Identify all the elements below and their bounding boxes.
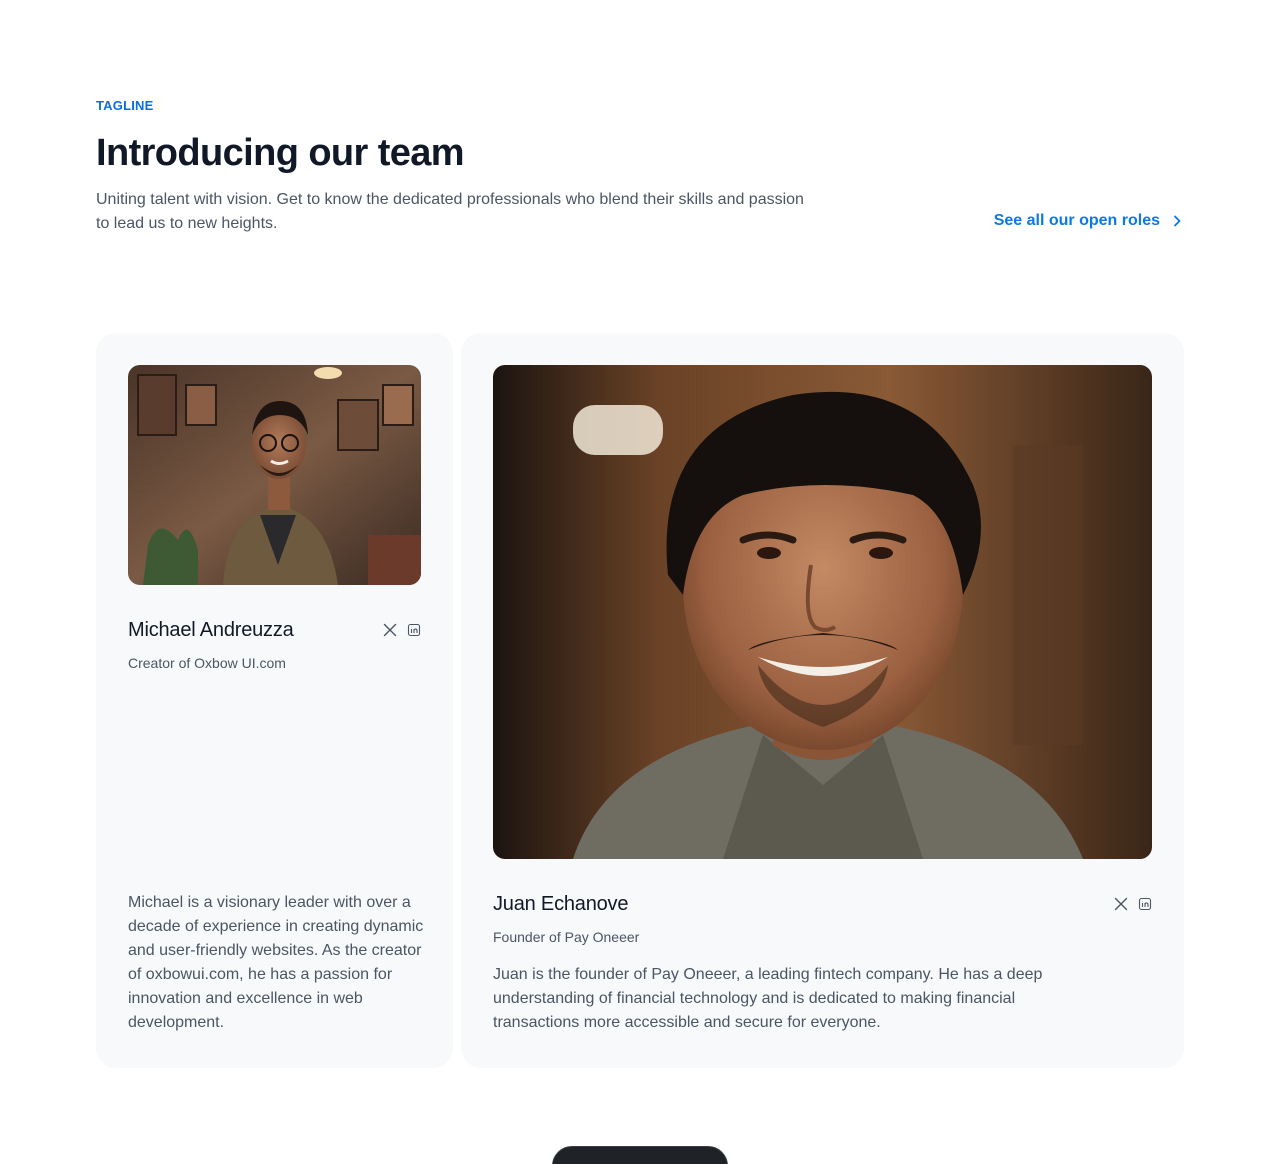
open-roles-label: See all our open roles <box>993 212 1160 229</box>
x-icon[interactable] <box>383 623 397 637</box>
member-name: Juan Echanove <box>493 893 629 915</box>
section-subtitle: Uniting talent with vision. Get to know … <box>96 191 804 232</box>
member-role: Creator of Oxbow UI.com <box>128 655 286 671</box>
member-photo <box>128 365 421 585</box>
floating-toolbar[interactable] <box>552 1146 728 1164</box>
social-links <box>383 623 421 637</box>
open-roles-link[interactable]: See all our open roles <box>994 212 1184 230</box>
member-name: Michael Andreuzza <box>128 619 294 641</box>
tagline: TAGLINE <box>96 98 154 113</box>
page-title: Introducing our team <box>96 132 465 174</box>
member-photo <box>493 365 1152 859</box>
member-role: Founder of Pay Oneeer <box>493 929 640 945</box>
social-links <box>1114 897 1152 911</box>
member-bio: Michael is a visionary leader with over … <box>128 894 424 1031</box>
chevron-right-icon <box>1174 215 1181 227</box>
x-icon[interactable] <box>1114 897 1128 911</box>
linkedin-icon[interactable] <box>1138 897 1152 911</box>
member-bio: Juan is the founder of Pay Oneeer, a lea… <box>493 966 1043 1031</box>
linkedin-icon[interactable] <box>407 623 421 637</box>
team-member-card: Juan Echanove Founder of Pay Oneeer Juan… <box>461 333 1184 1068</box>
team-member-card: Michael Andreuzza Creator of Oxbow UI.co… <box>96 333 453 1068</box>
